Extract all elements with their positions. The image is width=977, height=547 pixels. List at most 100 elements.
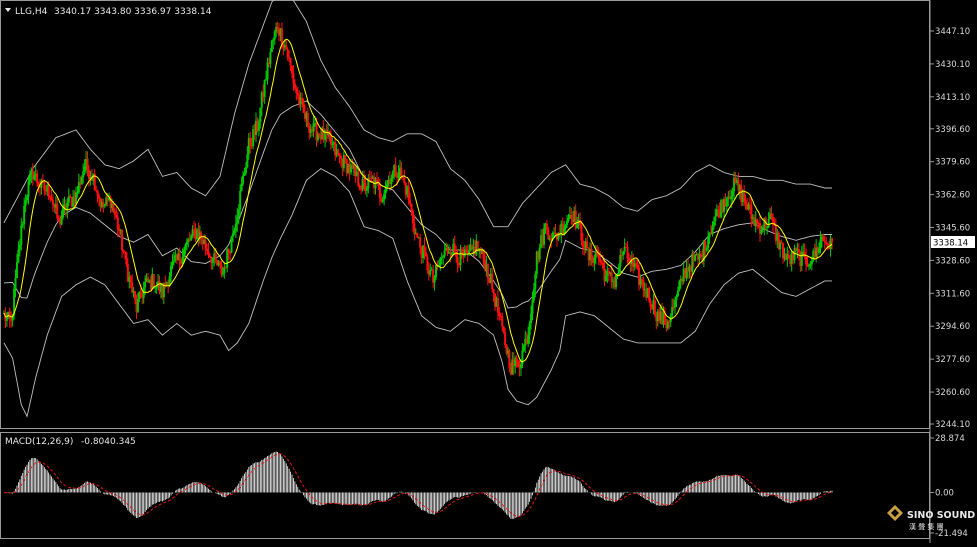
candle — [666, 319, 669, 331]
candle-body — [219, 261, 221, 265]
candle-body — [600, 262, 603, 264]
candle — [266, 57, 269, 85]
candle-body — [390, 178, 393, 185]
candle-body — [615, 275, 617, 288]
candle-body — [532, 289, 535, 301]
candle-body — [699, 254, 702, 257]
candle-body — [818, 248, 821, 253]
price-tick-label: 3345.60 — [935, 224, 970, 234]
candle-body — [312, 122, 315, 132]
candle-body — [363, 178, 365, 183]
candle — [17, 241, 20, 264]
candle-body — [504, 332, 507, 345]
candle-body — [424, 252, 427, 257]
candle-body — [649, 300, 652, 308]
candle — [787, 250, 790, 259]
candle-body — [291, 65, 293, 74]
macd-label: MACD(12,26,9) — [5, 437, 73, 447]
candle — [663, 307, 666, 326]
candle-body — [302, 102, 305, 113]
candle-body — [460, 249, 463, 253]
candle — [285, 39, 288, 50]
candle-body — [653, 300, 656, 316]
candle-body — [440, 257, 443, 259]
candle — [154, 286, 157, 294]
price-tick-label: 3328.60 — [935, 256, 970, 266]
macd-header: MACD(12,26,9) -0.804 0.345 — [5, 437, 136, 447]
candle-body — [403, 177, 406, 183]
ohlc-values: 3340.17 3343.80 3336.97 3338.14 — [54, 7, 212, 17]
candle-body — [456, 256, 459, 265]
candle-body — [502, 326, 505, 333]
candle — [178, 247, 181, 269]
candle-body — [15, 262, 18, 279]
candle-body — [586, 241, 589, 249]
symbol-header[interactable]: LLG,H4 3340.17 3343.80 3336.97 3338.14 — [5, 7, 212, 17]
candle-body — [622, 251, 625, 256]
price-tick-label: 3294.60 — [935, 322, 970, 332]
chart-canvas[interactable]: 3447.10 3430.10 3413.10 3396.60 3379.60 3362.… — [0, 0, 977, 543]
candle — [491, 267, 494, 293]
candle-body — [400, 167, 403, 177]
candle-body — [131, 282, 134, 293]
candle-body — [246, 154, 249, 168]
candle-body — [115, 214, 118, 218]
candle-body — [800, 252, 803, 267]
candle-body — [378, 185, 381, 198]
candle-body — [318, 133, 321, 136]
candle-body — [76, 192, 79, 194]
candle-body — [21, 224, 24, 226]
candle-body — [450, 253, 453, 255]
candle-body — [266, 62, 269, 80]
candle-body — [407, 186, 410, 201]
candle-body — [301, 97, 304, 103]
dropdown-triangle-icon[interactable] — [5, 8, 11, 12]
candle-body — [678, 281, 681, 291]
candle-body — [570, 215, 573, 219]
candle-body — [547, 230, 550, 240]
candle-body — [206, 248, 209, 251]
candle-body — [501, 316, 504, 327]
candle-body — [23, 205, 26, 225]
candle-body — [411, 211, 414, 224]
candle-body — [465, 249, 468, 253]
candle-body — [337, 149, 340, 156]
candle-body — [610, 272, 613, 283]
candle-body — [391, 171, 394, 179]
candle-body — [819, 239, 822, 249]
candle-body — [805, 256, 808, 265]
candle-body — [604, 275, 607, 282]
candle-body — [240, 183, 243, 192]
candle-body — [36, 173, 39, 183]
candle-body — [193, 229, 196, 232]
candle-body — [770, 213, 773, 218]
candle-body — [635, 263, 638, 266]
candle-body — [242, 175, 245, 184]
candle — [252, 124, 255, 150]
candle — [223, 261, 226, 279]
candle-body — [761, 228, 764, 230]
candle — [442, 255, 445, 266]
candle-body — [244, 167, 247, 174]
candle-body — [183, 249, 185, 257]
candle-body — [602, 262, 605, 269]
ma-line — [3, 38, 833, 363]
candle-body — [803, 251, 806, 257]
candle-body — [416, 232, 419, 238]
candle-body — [249, 138, 252, 146]
candle-body — [17, 249, 20, 263]
candle-body — [528, 323, 531, 336]
candle-body — [410, 203, 413, 212]
candle-body — [112, 203, 115, 211]
candle-body — [49, 196, 52, 198]
candle-body — [154, 287, 157, 289]
candle-body — [797, 248, 800, 253]
candle-body — [491, 273, 494, 290]
candle-body — [276, 27, 279, 30]
candle — [342, 151, 345, 172]
candle — [774, 218, 777, 245]
candle-body — [413, 223, 416, 235]
candle — [8, 307, 11, 328]
candle-body — [221, 273, 224, 275]
candle-body — [705, 248, 708, 251]
